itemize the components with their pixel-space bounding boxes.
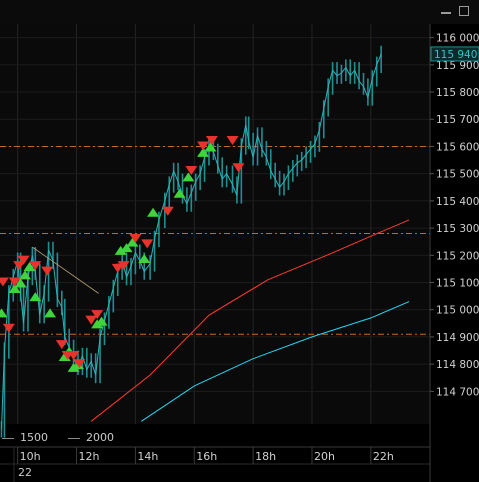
x-tick-label: 18h <box>255 450 276 463</box>
y-tick-label: 115 300 <box>436 223 479 235</box>
y-axis: 116 000 115 900 115 800 115 700 115 600 115 5… <box>430 33 479 398</box>
y-tick-label: 114 900 <box>436 332 479 344</box>
y-tick-label: 115 500 <box>436 169 479 181</box>
x-axis: 10h 12h 14h 16h 18h 20h 22h <box>0 446 430 482</box>
y-tick-label: 115 100 <box>436 278 479 290</box>
y-tick-label: 116 000 <box>436 33 479 45</box>
y-tick-label: 115 000 <box>436 305 479 317</box>
x-tick-label: 16h <box>196 450 217 463</box>
legend: 1500 2000 <box>0 430 430 446</box>
y-tick-label: 115 700 <box>436 114 479 126</box>
legend-label-2000: 2000 <box>86 431 114 444</box>
x-tick-label: 14h <box>137 450 158 463</box>
legend-item-1500: 1500 <box>2 431 48 444</box>
x-tick-label: 10h <box>20 450 41 463</box>
y-tick-label: 115 800 <box>436 87 479 99</box>
x-tick-label: 12h <box>79 450 100 463</box>
y-tick-label: 114 800 <box>436 359 479 371</box>
x-tick-label: 20h <box>314 450 335 463</box>
legend-line <box>2 437 14 439</box>
y-tick-label: 114 700 <box>436 386 479 398</box>
price-chart[interactable]: 116 000 115 900 115 800 115 700 115 600 115 5… <box>0 0 479 482</box>
x-tick-label: 22h <box>373 450 394 463</box>
legend-label-1500: 1500 <box>20 431 48 444</box>
y-tick-label: 115 600 <box>436 141 479 153</box>
date-label: 22 <box>18 466 32 479</box>
legend-item-2000: 2000 <box>68 431 114 444</box>
y-tick-label: 115 900 <box>436 60 479 72</box>
legend-line <box>68 437 80 439</box>
y-tick-label: 115 400 <box>436 196 479 208</box>
y-tick-label: 115 200 <box>436 250 479 262</box>
current-price-label: 115 940 <box>434 49 477 61</box>
